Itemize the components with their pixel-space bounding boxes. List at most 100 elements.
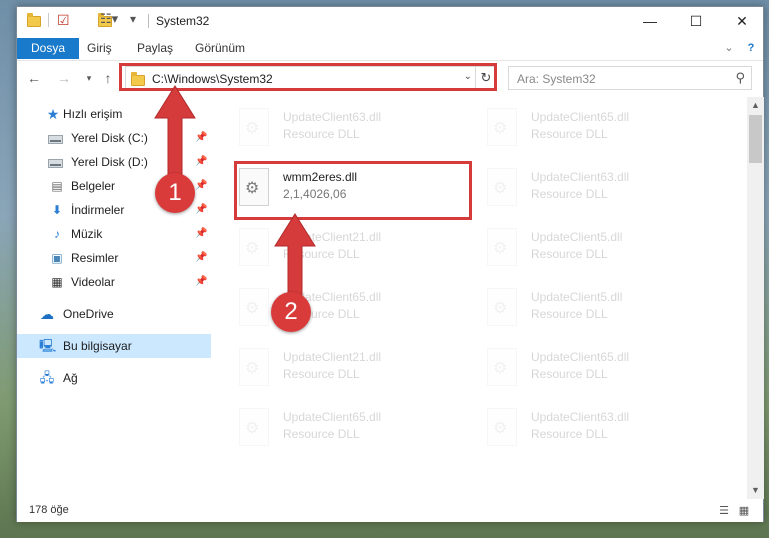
file-name: UpdateClient63.dll: [531, 410, 630, 424]
file-item[interactable]: UpdateClient5.dll Resource DLL: [469, 281, 699, 335]
search-icon: ⚲: [735, 70, 745, 85]
step-badge-2: 2: [271, 292, 311, 332]
tab-giris[interactable]: Giriş: [77, 38, 122, 59]
star-icon: ★: [46, 106, 60, 122]
file-description: Resource DLL: [531, 427, 608, 441]
file-item[interactable]: UpdateClient65.dll Resource DLL: [221, 401, 451, 455]
quick-access-dropdown-icon[interactable]: ▾: [130, 12, 136, 28]
file-item[interactable]: UpdateClient65.dll Resource DLL: [221, 281, 451, 335]
file-name: UpdateClient5.dll: [531, 290, 623, 304]
file-description: Resource DLL: [283, 367, 360, 381]
file-item[interactable]: UpdateClient63.dll Resource DLL: [469, 161, 699, 215]
tab-paylas[interactable]: Paylaş: [127, 38, 183, 59]
maximize-button[interactable]: ☐: [673, 7, 719, 35]
dll-file-icon: [487, 168, 517, 206]
customize-icon[interactable]: ☷▾: [100, 11, 118, 27]
dll-file-icon: [487, 228, 517, 266]
recent-locations-icon[interactable]: ▾: [80, 70, 98, 86]
expand-ribbon-icon[interactable]: ⌄: [721, 40, 737, 56]
file-description: Resource DLL: [531, 127, 608, 141]
search-placeholder: Ara: System32: [517, 72, 596, 86]
file-item[interactable]: UpdateClient21.dll Resource DLL: [221, 341, 451, 395]
file-description: Resource DLL: [531, 187, 608, 201]
title-bar: ☑ ☷▾ ▾ System32 — ☐ ✕: [17, 7, 763, 35]
dll-file-icon: [239, 408, 269, 446]
file-item[interactable]: UpdateClient63.dll Resource DLL: [221, 101, 451, 155]
network-icon: 🖧: [39, 370, 55, 385]
sidebar-item-label: Yerel Disk (D:): [71, 155, 148, 169]
music-icon: ♪: [54, 227, 60, 241]
disk-icon: [47, 155, 63, 169]
window-title: System32: [156, 14, 210, 28]
properties-icon[interactable]: ☑: [57, 12, 70, 28]
cloud-icon: ☁: [40, 306, 54, 322]
file-name: UpdateClient63.dll: [283, 110, 382, 124]
file-name: UpdateClient63.dll: [531, 170, 630, 184]
file-name: UpdateClient21.dll: [283, 350, 382, 364]
file-description: Resource DLL: [283, 127, 360, 141]
vertical-scrollbar[interactable]: ▲ ▼: [747, 97, 764, 499]
scrollbar-thumb[interactable]: [749, 115, 762, 163]
file-item[interactable]: UpdateClient65.dll Resource DLL: [469, 101, 699, 155]
dll-file-icon: [239, 348, 269, 386]
pin-icon[interactable]: 📌: [195, 270, 207, 294]
sidebar-item-label: Bu bilgisayar: [63, 339, 132, 353]
file-name: UpdateClient65.dll: [531, 110, 630, 124]
download-icon: ⬇: [51, 203, 63, 217]
close-button[interactable]: ✕: [719, 7, 765, 35]
sidebar-item-onedrive[interactable]: ☁ OneDrive: [17, 302, 211, 326]
ribbon: Dosya Giriş Paylaş Görünüm ⌄ ?: [17, 36, 763, 61]
separator: [148, 14, 149, 28]
file-item[interactable]: UpdateClient21.dll Resource DLL: [221, 221, 451, 275]
file-item[interactable]: UpdateClient5.dll Resource DLL: [469, 221, 699, 275]
sidebar-item-label: OneDrive: [63, 307, 114, 321]
forward-button[interactable]: →: [55, 70, 73, 86]
sidebar-item-music[interactable]: ♪ Müzik 📌: [17, 222, 211, 246]
item-count: 178 öğe: [29, 504, 69, 516]
file-description: Resource DLL: [531, 247, 608, 261]
large-icons-view-icon[interactable]: ▦: [737, 504, 751, 518]
dll-file-icon: [239, 228, 269, 266]
scroll-down-icon[interactable]: ▼: [747, 482, 764, 499]
documents-icon: ▤: [51, 179, 63, 193]
dll-file-icon: [487, 348, 517, 386]
sidebar-item-label: İndirmeler: [71, 203, 125, 217]
sidebar-item-label: Yerel Disk (C:): [71, 131, 148, 145]
file-description: Resource DLL: [531, 307, 608, 321]
file-description: Resource DLL: [283, 427, 360, 441]
sidebar-item-label: Ağ: [63, 371, 78, 385]
file-item[interactable]: UpdateClient63.dll Resource DLL: [469, 401, 699, 455]
sidebar-item-this-pc[interactable]: 🖳 Bu bilgisayar: [17, 334, 211, 358]
tab-gorunum[interactable]: Görünüm: [185, 38, 255, 59]
file-item[interactable]: UpdateClient65.dll Resource DLL: [469, 341, 699, 395]
sidebar-item-network[interactable]: 🖧 Ağ: [17, 366, 211, 390]
file-name: UpdateClient65.dll: [531, 350, 630, 364]
dll-file-icon: [487, 408, 517, 446]
pictures-icon: ▣: [51, 251, 63, 265]
pin-icon[interactable]: 📌: [195, 246, 207, 270]
file-name: UpdateClient5.dll: [531, 230, 623, 244]
up-button[interactable]: ↑: [99, 70, 117, 86]
file-name: UpdateClient65.dll: [283, 410, 382, 424]
pin-icon[interactable]: 📌: [195, 198, 207, 222]
computer-icon: 🖳: [39, 338, 57, 353]
video-icon: ▦: [51, 275, 63, 289]
dll-file-icon: [487, 288, 517, 326]
back-button[interactable]: ←: [25, 70, 43, 86]
search-input[interactable]: Ara: System32 ⚲: [508, 66, 752, 90]
sidebar-item-label: Resimler: [71, 251, 119, 265]
sidebar-item-label: Hızlı erişim: [63, 107, 123, 121]
sidebar-item-videos[interactable]: ▦ Videolar 📌: [17, 270, 211, 294]
folder-icon: [27, 13, 41, 27]
tab-dosya[interactable]: Dosya: [17, 38, 80, 59]
details-view-icon[interactable]: ☰: [717, 504, 731, 518]
sidebar-item-label: Müzik: [71, 227, 103, 241]
step-badge-1: 1: [155, 173, 195, 213]
disk-icon: [47, 131, 63, 145]
sidebar-item-pictures[interactable]: ▣ Resimler 📌: [17, 246, 211, 270]
minimize-button[interactable]: —: [627, 7, 673, 35]
separator: [48, 13, 49, 27]
help-icon[interactable]: ?: [743, 40, 759, 56]
scroll-up-icon[interactable]: ▲: [747, 97, 764, 114]
pin-icon[interactable]: 📌: [195, 222, 207, 246]
